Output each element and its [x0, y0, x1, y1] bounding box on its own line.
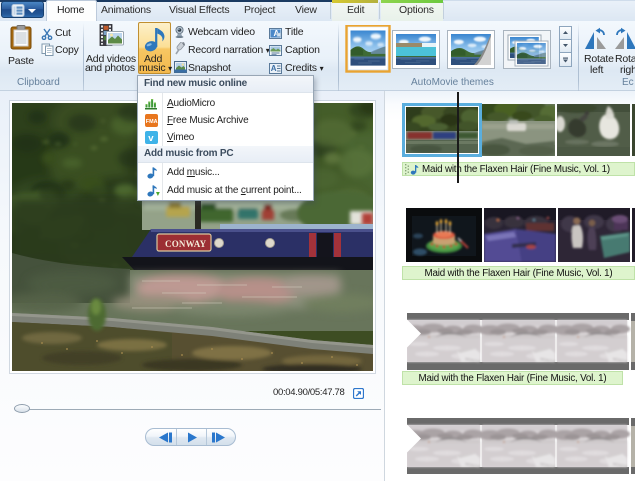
svg-text:A: A: [271, 64, 277, 73]
svg-text:v: v: [148, 133, 154, 144]
svg-text:CONWAY: CONWAY: [165, 239, 207, 249]
svg-text:FMA: FMA: [146, 119, 158, 125]
